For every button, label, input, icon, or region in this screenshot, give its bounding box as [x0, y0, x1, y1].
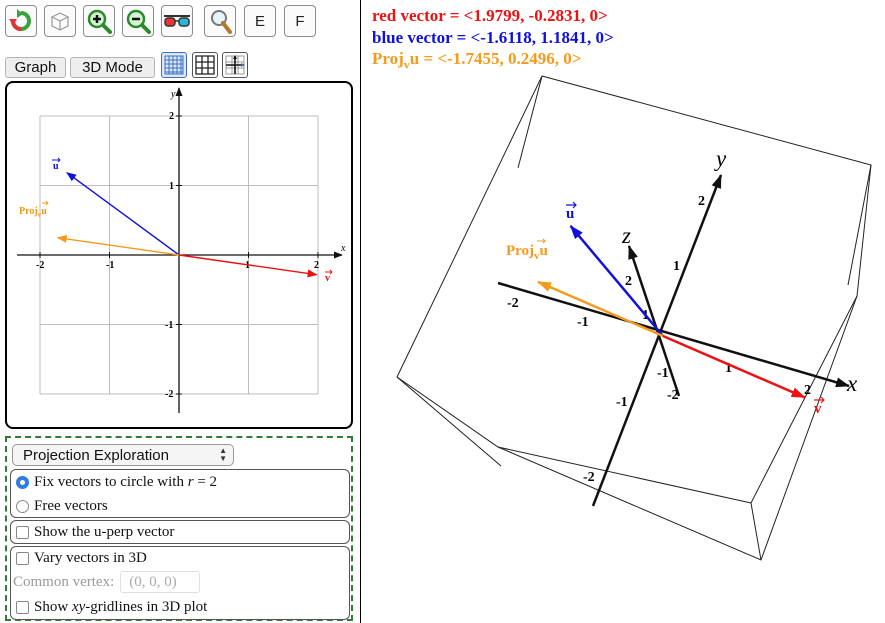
- y-tick-3d: 1: [673, 259, 680, 274]
- graph-tab-button[interactable]: Graph: [5, 57, 66, 78]
- proj-label: Projvu: [19, 200, 49, 219]
- 3d-mode-label: 3D Mode: [82, 59, 143, 76]
- blue-vector-readout: blue vector = <-1.6118, 1.1841, 0>: [372, 28, 614, 47]
- magnifier-button[interactable]: [204, 5, 236, 37]
- z-axis-3d: z 2 1 -1 -2: [621, 223, 681, 403]
- z-tick-3d: -1: [657, 366, 669, 381]
- wire-cube-icon: [51, 12, 69, 31]
- y-tick-label: -1: [165, 320, 173, 331]
- e-button-label: E: [254, 12, 265, 30]
- z-axis-3d-label: z: [621, 223, 631, 248]
- x-tick-3d: -2: [507, 296, 519, 311]
- proj-label-text: Projvu: [19, 206, 47, 219]
- z-tick-3d: 2: [625, 274, 632, 289]
- vary-3d-option[interactable]: Vary vectors in 3D: [16, 548, 147, 568]
- y-tick-3d: 2: [698, 194, 705, 209]
- u-label-text: u: [53, 161, 59, 172]
- x-tick-label: 2: [314, 260, 319, 271]
- xy-gridlines-option[interactable]: Show xy-gridlines in 3D plot: [16, 597, 207, 617]
- common-vertex-input[interactable]: (0, 0, 0): [120, 571, 201, 593]
- zoom-out-icon: [126, 9, 151, 34]
- u-label: u: [52, 157, 61, 172]
- v-label-3d-text: v: [814, 401, 822, 417]
- grid-icon: [195, 55, 215, 75]
- proj-label-3d-text: Projvu: [506, 243, 548, 262]
- free-vectors-radio[interactable]: [16, 499, 29, 513]
- y-tick-3d: -2: [583, 470, 595, 485]
- u-label-3d-text: u: [566, 206, 574, 222]
- zoom-out-button[interactable]: [122, 5, 154, 37]
- x-tick-label: -2: [36, 260, 44, 271]
- uperp-checkbox[interactable]: [16, 525, 29, 539]
- common-vertex-label: Common vertex:: [13, 573, 115, 590]
- graph-tab-label: Graph: [14, 59, 57, 76]
- mode-select[interactable]: Projection Exploration ▲ ▼: [12, 444, 234, 466]
- zoom-in-button[interactable]: [83, 5, 115, 37]
- dense-grid-icon: [164, 55, 184, 75]
- mode-select-value: Projection Exploration: [23, 446, 169, 464]
- select-arrows-icon: ▲ ▼: [219, 446, 227, 463]
- wireframe-box-button[interactable]: [44, 5, 76, 37]
- v-label-text: v: [325, 273, 330, 284]
- y-axis-label: y: [170, 89, 176, 100]
- x-tick-label: -1: [106, 260, 114, 271]
- z-tick-3d: -2: [667, 388, 679, 403]
- x-tick-3d: -1: [577, 315, 589, 330]
- graph-2d-panel[interactable]: x y -2 -1 1 2 2 1 -1 -2 u v: [5, 81, 353, 429]
- y-tick-label: 2: [169, 111, 174, 122]
- y-tick-label: -2: [165, 389, 173, 400]
- uperp-option[interactable]: Show the u-perp vector: [16, 522, 174, 542]
- 3d-mode-button[interactable]: 3D Mode: [70, 57, 155, 78]
- grid-dense-button[interactable]: [161, 52, 187, 78]
- bounding-box: [396, 75, 872, 561]
- v-label: v: [325, 269, 333, 284]
- reset-view-button[interactable]: [5, 5, 37, 37]
- v-label-3d: v: [814, 396, 825, 417]
- vary-3d-checkbox[interactable]: [16, 551, 29, 565]
- y-tick-label: 1: [169, 181, 174, 192]
- controls-panel: Projection Exploration ▲ ▼ Fix vectors to…: [5, 436, 353, 621]
- fix-circle-radio[interactable]: [16, 475, 29, 489]
- uperp-label: Show the u-perp vector: [34, 523, 175, 540]
- u-label-3d: u: [566, 201, 577, 222]
- proj-label-3d: Projvu: [506, 238, 548, 262]
- vary-3d-label: Vary vectors in 3D: [34, 549, 147, 566]
- grid-button[interactable]: [192, 52, 218, 78]
- red-vector-readout: red vector = <1.9799, -0.2831, 0>: [372, 6, 608, 25]
- magnifier-icon: [211, 10, 232, 34]
- graph-3d-canvas[interactable]: x -2 -1 1 2 y 2 1 -1 -2 z 2 1 -1 -2 u: [361, 63, 885, 623]
- vector-mode-group: Fix vectors to circle with r = 2 Free ve…: [10, 469, 350, 518]
- y-tick-3d: -1: [616, 395, 628, 410]
- free-vectors-option[interactable]: Free vectors: [16, 496, 108, 516]
- graph-2d-canvas[interactable]: x y -2 -1 1 2 2 1 -1 -2 u v: [7, 83, 351, 427]
- fix-circle-option[interactable]: Fix vectors to circle with r = 2: [16, 472, 217, 492]
- projection-vector: [56, 234, 180, 256]
- axes-grid-icon: [225, 55, 245, 75]
- fix-circle-label: Fix vectors to circle with r = 2: [34, 473, 218, 490]
- left-panel: E F Graph 3D Mode x y -2 -1 2 2 1 -1 -2 …: [0, 0, 360, 623]
- x-axis-3d: x -2 -1 1 2: [497, 281, 858, 398]
- free-vectors-label: Free vectors: [34, 497, 108, 514]
- 3d-glasses-icon: [164, 15, 190, 27]
- zoom-in-icon: [87, 9, 112, 34]
- x-axis-label: x: [340, 243, 346, 254]
- f-button-label: F: [295, 12, 305, 30]
- x-tick-3d: 2: [804, 383, 811, 398]
- y-axis-3d-label: y: [714, 146, 727, 171]
- red-vector-v[interactable]: [178, 254, 318, 278]
- xy-gridlines-checkbox[interactable]: [16, 600, 29, 614]
- reset-arrows-icon: [9, 9, 31, 31]
- common-vertex-row: Common vertex: (0, 0, 0): [13, 571, 201, 593]
- e-button[interactable]: E: [244, 5, 276, 37]
- anaglyph-3d-button[interactable]: [161, 5, 193, 37]
- right-panel: red vector = <1.9799, -0.2831, 0> blue v…: [361, 0, 885, 623]
- x-axis-3d-label: x: [846, 371, 858, 396]
- f-button[interactable]: F: [284, 5, 316, 37]
- xy-gridlines-label: Show xy-gridlines in 3D plot: [34, 598, 208, 615]
- axes-grid-button[interactable]: [222, 52, 248, 78]
- 3d-options-group: Vary vectors in 3D Common vertex: (0, 0,…: [10, 546, 350, 620]
- uperp-group: Show the u-perp vector: [10, 520, 350, 544]
